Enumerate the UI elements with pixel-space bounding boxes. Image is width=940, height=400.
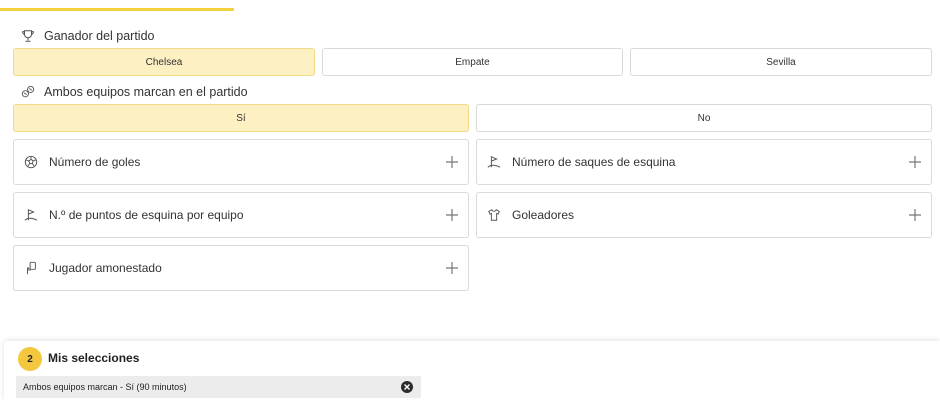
btts-market-title: Ambos equipos marcan en el partido	[20, 82, 248, 102]
corner-flag-icon	[23, 207, 39, 223]
active-tab-indicator	[0, 8, 234, 11]
accordion-puntos-esquina-por-equipo[interactable]: N.º de puntos de esquina por equipo	[13, 192, 469, 238]
winner-market-title: Ganador del partido	[20, 26, 155, 46]
expand-plus-icon[interactable]	[445, 155, 459, 169]
expand-plus-icon[interactable]	[908, 208, 922, 222]
trophy-icon	[20, 28, 36, 44]
selections-panel: 2 Mis selecciones Ambos equipos marcan -…	[4, 341, 940, 400]
option-no[interactable]: No	[476, 104, 932, 132]
shirt-icon	[486, 207, 502, 223]
accordion-label: Número de saques de esquina	[512, 155, 676, 169]
option-chelsea[interactable]: Chelsea	[13, 48, 315, 76]
option-sevilla[interactable]: Sevilla	[630, 48, 932, 76]
expand-plus-icon[interactable]	[445, 208, 459, 222]
selections-count-badge: 2	[18, 347, 42, 371]
option-si[interactable]: Sí	[13, 104, 469, 132]
option-empate[interactable]: Empate	[322, 48, 623, 76]
selection-item: Ambos equipos marcan - Sí (90 minutos)	[16, 376, 421, 398]
accordion-label: Jugador amonestado	[49, 261, 162, 275]
balls-icon	[20, 84, 36, 100]
accordion-numero-de-goles[interactable]: Número de goles	[13, 139, 469, 185]
accordion-label: N.º de puntos de esquina por equipo	[49, 208, 244, 222]
accordion-label: Goleadores	[512, 208, 575, 222]
card-icon	[23, 260, 39, 276]
expand-plus-icon[interactable]	[445, 261, 459, 275]
soccer-ball-icon	[23, 154, 39, 170]
accordion-jugador-amonestado[interactable]: Jugador amonestado	[13, 245, 469, 291]
accordion-goleadores[interactable]: Goleadores	[476, 192, 932, 238]
corner-flag-icon	[486, 154, 502, 170]
btts-market-label: Ambos equipos marcan en el partido	[44, 85, 248, 99]
winner-market-label: Ganador del partido	[44, 29, 155, 43]
accordion-label: Número de goles	[49, 155, 141, 169]
selections-title[interactable]: Mis selecciones	[48, 351, 139, 365]
accordion-saques-de-esquina[interactable]: Número de saques de esquina	[476, 139, 932, 185]
selection-item-label: Ambos equipos marcan - Sí (90 minutos)	[23, 382, 187, 392]
expand-plus-icon[interactable]	[908, 155, 922, 169]
remove-selection-close-icon[interactable]	[401, 381, 413, 393]
